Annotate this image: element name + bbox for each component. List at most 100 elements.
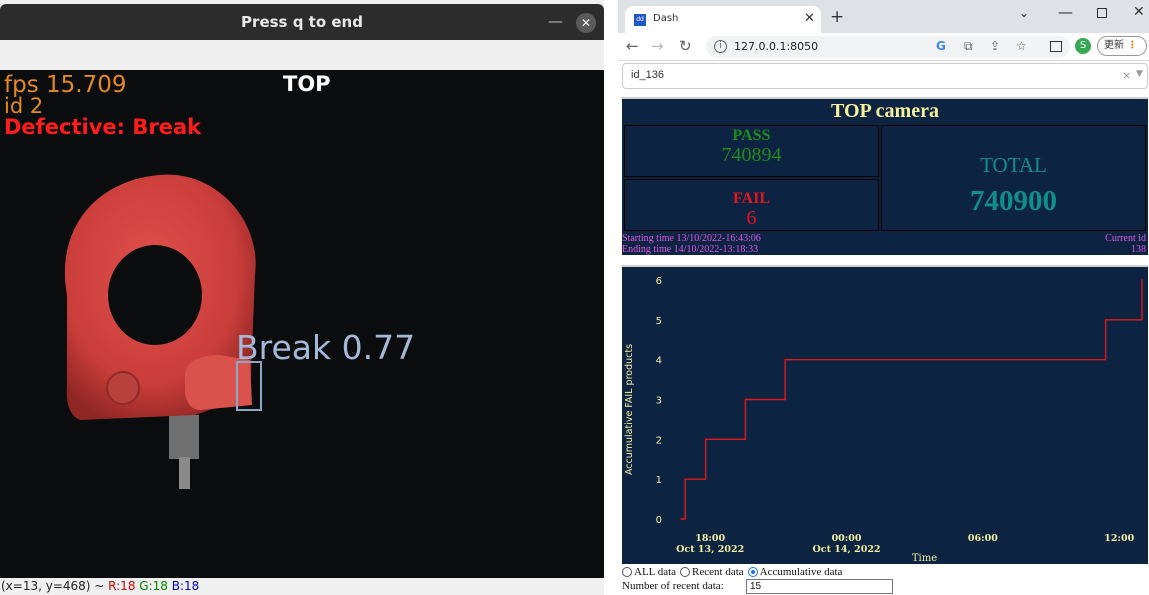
cursor-coords: (x=13, y=468) ~	[1, 579, 109, 593]
detection-label: Break 0.77	[236, 328, 416, 367]
pass-label: PASS	[732, 127, 771, 144]
camera-frame: fps 15.709 id 2 Defective: Break TOP Bre…	[0, 70, 604, 578]
profile-avatar[interactable]: S	[1075, 38, 1091, 54]
pixel-blue: B:18	[171, 579, 200, 593]
data-point	[680, 518, 682, 520]
recent-data-row: Number of recent data: 15	[622, 579, 893, 594]
pass-cell: PASS 740894	[624, 125, 879, 177]
new-tab-icon[interactable]: +	[830, 9, 844, 26]
chart-background	[622, 267, 1148, 564]
current-id-label: Current id	[1105, 233, 1146, 244]
y-tick-label: 1	[656, 475, 662, 486]
center-hole	[108, 245, 202, 345]
browser-window: dd Dash ✕ + ⌄ — ✕ ← → ↻ i 127.0.0.1:8050…	[618, 0, 1149, 595]
id-dropdown[interactable]: id_136 × ▼	[622, 63, 1148, 89]
window-close-icon[interactable]: ✕	[1133, 4, 1145, 20]
opencv-window: Press q to end — ✕ fps 15.709 id 2 Defec…	[0, 0, 604, 595]
summary-panel: TOP camera PASS 740894 FAIL 6 TOTAL 7409…	[622, 97, 1148, 255]
y-tick-label: 0	[656, 515, 662, 526]
data-point	[684, 478, 686, 480]
dropdown-arrow-icon[interactable]: ▼	[1136, 69, 1143, 79]
pixel-green: G:18	[139, 579, 168, 593]
x-tick-label: 06:00	[968, 533, 998, 544]
defect-status: Defective: Break	[4, 115, 202, 139]
navigation-bar: ← → ↻ i 127.0.0.1:8050 G ⧉ ⇪ ☆ S 更新 ⋮	[618, 33, 1149, 61]
x-tick-label: Oct 14, 2022	[813, 544, 881, 555]
starting-time: Starting time 13/10/2022-16:43:06	[622, 233, 761, 244]
google-icon[interactable]: G	[936, 39, 946, 53]
forward-arrow-icon[interactable]: →	[651, 37, 664, 55]
data-point	[784, 358, 786, 361]
total-label: TOTAL	[980, 153, 1047, 177]
metal-terminal	[169, 415, 199, 459]
data-point	[1104, 319, 1107, 321]
address-bar[interactable]: i 127.0.0.1:8050 G ⧉ ⇪ ☆	[706, 36, 1070, 58]
window-toolbar	[0, 40, 604, 70]
x-axis-title: Time	[912, 553, 937, 564]
side-panel-icon[interactable]	[1050, 41, 1062, 52]
update-label: 更新	[1104, 40, 1124, 51]
recent-data-label: Number of recent data:	[622, 580, 724, 592]
dropdown-value: id_136	[631, 69, 665, 81]
fail-label: FAIL	[732, 190, 771, 207]
dash-favicon-icon: dd	[634, 14, 646, 26]
panel-title: TOP camera	[831, 100, 939, 122]
data-point	[704, 438, 707, 441]
radio-button[interactable]	[622, 567, 632, 577]
stamp-mark	[106, 371, 140, 405]
tab-close-icon[interactable]: ✕	[804, 11, 815, 26]
window-title: Press q to end	[241, 13, 363, 31]
window-titlebar[interactable]: Press q to end — ✕	[0, 4, 604, 40]
camera-label: TOP	[283, 72, 331, 96]
radio-label: Recent data	[692, 566, 744, 578]
data-mode-radio-group: ALL data Recent data Accumulative data	[622, 566, 846, 579]
detection-box	[236, 361, 262, 411]
y-axis-title: Accumulative FAIL products	[624, 344, 635, 475]
y-tick-label: 6	[656, 276, 662, 287]
window-maximize-icon[interactable]	[1097, 8, 1107, 18]
url-text[interactable]: 127.0.0.1:8050	[734, 40, 818, 53]
fail-chart: 0 1 2 3 4 5 6 18:00 Oct 13, 2022 00:00 Oct 14, 202…	[622, 265, 1148, 564]
share-icon[interactable]: ⇪	[990, 39, 1000, 53]
total-cell: TOTAL 740900	[881, 125, 1146, 231]
info-icon[interactable]: i	[714, 40, 727, 53]
data-point	[744, 398, 747, 401]
reload-icon[interactable]: ↻	[679, 37, 692, 55]
fail-cell: FAIL 6	[624, 179, 879, 231]
y-tick-label: 4	[656, 356, 662, 367]
radio-button[interactable]	[680, 567, 691, 577]
y-tick-label: 3	[656, 396, 662, 407]
radio-option[interactable]: Recent data	[680, 566, 744, 578]
browser-tab[interactable]: dd Dash ✕	[625, 6, 821, 33]
current-id-value: 138	[1131, 244, 1146, 255]
radio-button[interactable]	[747, 567, 758, 577]
update-button[interactable]: 更新 ⋮	[1097, 36, 1147, 56]
tab-search-chevron-icon[interactable]: ⌄	[1019, 6, 1029, 20]
total-count: 740900	[970, 185, 1057, 217]
star-icon[interactable]: ☆	[1016, 39, 1027, 53]
x-tick-label: 12:00	[1104, 533, 1134, 544]
metal-pin	[179, 457, 190, 489]
close-icon[interactable]: ✕	[576, 13, 596, 33]
recent-data-input[interactable]: 15	[746, 579, 893, 594]
radio-label: Accumulative data	[759, 566, 843, 578]
minimize-icon[interactable]: —	[548, 12, 563, 30]
clear-icon[interactable]: ×	[1122, 69, 1131, 82]
x-tick-label: 00:00	[832, 533, 862, 544]
back-arrow-icon[interactable]: ←	[626, 37, 639, 55]
translate-icon[interactable]: ⧉	[964, 39, 973, 54]
radio-option[interactable]: Accumulative data	[747, 566, 843, 578]
ending-time: Ending time 14/10/2022-13:18:33	[622, 244, 759, 255]
chart-svg: 0 1 2 3 4 5 6 18:00Oct 13, 2022 00:00Oct 14, 202…	[622, 267, 1148, 564]
radio-label: ALL data	[634, 566, 677, 578]
x-tick-label: 18:00	[695, 533, 725, 544]
pixel-status-bar: (x=13, y=468) ~ R:18 G:18 B:18	[0, 578, 604, 595]
pass-count: 740894	[721, 144, 782, 166]
x-tick-label: Oct 13, 2022	[676, 544, 744, 555]
radio-option[interactable]: ALL data	[622, 566, 676, 578]
y-tick-label: 5	[656, 316, 662, 327]
dash-page: id_136 × ▼ TOP camera PASS 740894 FAIL 6…	[618, 61, 1149, 595]
y-tick-label: 2	[656, 435, 662, 446]
tab-title: Dash	[653, 13, 679, 24]
window-minimize-icon[interactable]: —	[1058, 3, 1073, 21]
